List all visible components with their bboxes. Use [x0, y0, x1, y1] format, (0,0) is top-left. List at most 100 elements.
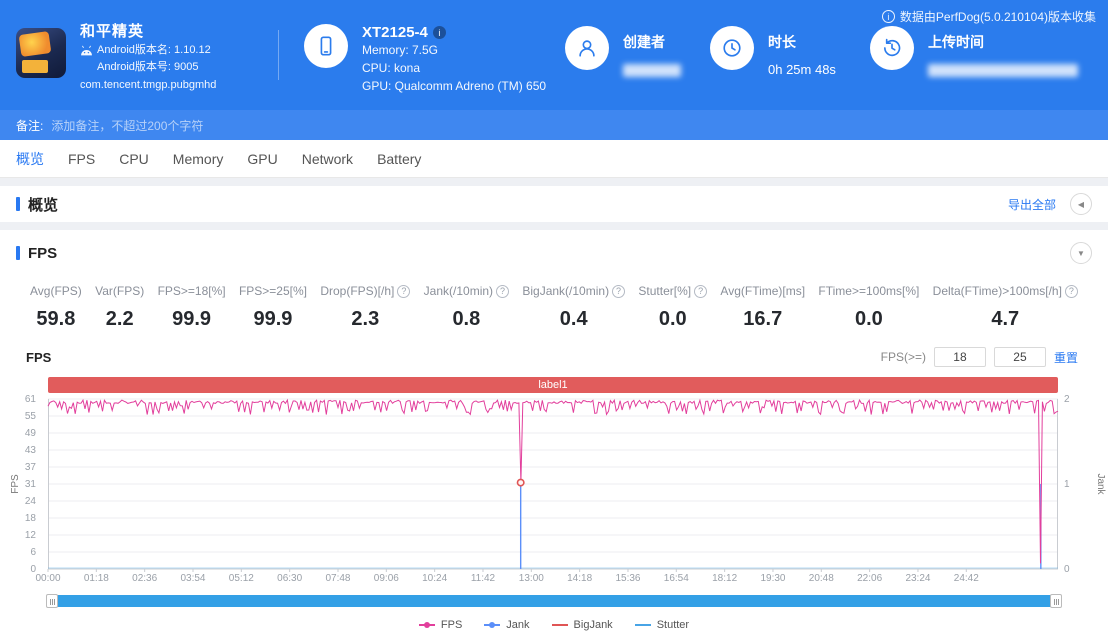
x-tick-label: 16:54 — [664, 573, 689, 584]
chart-annotation-label1[interactable]: label1 — [48, 377, 1058, 393]
person-icon — [565, 26, 609, 70]
metric-info-icon[interactable]: ? — [612, 285, 625, 298]
metric-value: 4.7 — [933, 308, 1078, 331]
tab-overview[interactable]: 概览 — [16, 149, 44, 169]
metric-info-icon[interactable]: ? — [694, 285, 707, 298]
y-left-tick-label: 49 — [25, 428, 36, 439]
x-tick-label: 01:18 — [84, 573, 109, 584]
scrollbar-left-handle[interactable] — [46, 594, 58, 608]
note-label: 备注: — [16, 117, 43, 134]
app-info: 和平精英 Android版本名: 1.10.12 Android版本号: 900… — [80, 20, 216, 93]
overview-section: 概览 导出全部 ◀ — [0, 186, 1108, 222]
tab-memory[interactable]: Memory — [173, 151, 224, 167]
export-all-link[interactable]: 导出全部 — [1008, 196, 1056, 213]
collect-note-text: 数据由PerfDog(5.0.210104)版本收集 — [900, 8, 1096, 25]
metric-3: FPS>=25[%] 99.9 — [239, 284, 307, 331]
legend-item-fps[interactable]: FPS — [419, 619, 462, 631]
overview-title: 概览 — [28, 194, 58, 215]
metric-label: Var(FPS) — [95, 284, 144, 298]
metric-info-icon[interactable]: ? — [1065, 285, 1078, 298]
reset-link[interactable]: 重置 — [1054, 349, 1078, 366]
device-model: XT2125-4 — [362, 24, 428, 41]
overview-collapse-button[interactable]: ◀ — [1070, 193, 1092, 215]
phone-icon — [304, 24, 348, 68]
x-tick-label: 07:48 — [325, 573, 350, 584]
legend-marker — [484, 624, 500, 626]
metric-label: Avg(FPS) — [30, 284, 82, 298]
legend-marker — [419, 624, 435, 626]
fps-chart-canvas[interactable] — [48, 399, 1058, 573]
metric-value: 2.2 — [95, 308, 144, 331]
duration-label: 时长 — [768, 32, 836, 52]
x-tick-label: 13:00 — [519, 573, 544, 584]
x-tick-label: 11:42 — [471, 573, 495, 584]
tab-cpu[interactable]: CPU — [119, 151, 149, 167]
x-tick-label: 05:12 — [229, 573, 254, 584]
fps-threshold-high-input[interactable] — [994, 347, 1046, 367]
metric-label: FPS>=25[%] — [239, 284, 307, 298]
metric-value: 99.9 — [239, 308, 307, 331]
metric-8: Avg(FTime)[ms]16.7 — [720, 284, 805, 331]
clock-icon — [710, 26, 754, 70]
tab-network[interactable]: Network — [302, 151, 353, 167]
note-bar[interactable]: 备注: 添加备注，不超过200个字符 — [0, 110, 1108, 140]
legend-item-bigjank[interactable]: BigJank — [552, 619, 613, 631]
app-icon — [16, 28, 66, 78]
metric-value: 0.0 — [638, 308, 707, 331]
fps-threshold-low-input[interactable] — [934, 347, 986, 367]
x-tick-label: 14:18 — [567, 573, 592, 584]
y-axis-right-name: Jank — [1095, 473, 1106, 494]
tab-fps[interactable]: FPS — [68, 151, 95, 167]
y-axis-left-name: FPS — [10, 474, 21, 493]
scrollbar-right-handle[interactable] — [1050, 594, 1062, 608]
x-axis-labels: 00:0001:1802:3603:5405:1206:3007:4809:06… — [48, 569, 1058, 585]
metric-5: Jank(/10min)?0.8 — [424, 284, 509, 331]
history-clock-icon — [870, 26, 914, 70]
chart-scrollbar[interactable] — [48, 595, 1060, 607]
y-left-tick-label: 61 — [25, 394, 36, 405]
metric-info-icon[interactable]: ? — [496, 285, 509, 298]
legend-label: FPS — [441, 619, 462, 631]
fps-title: FPS — [28, 245, 57, 262]
fps-chart[interactable]: 06121824313743495561 012 FPS Jank — [48, 399, 1058, 569]
legend-label: Stutter — [657, 619, 689, 631]
upload-value-redacted — [928, 64, 1078, 77]
creator-label: 创建者 — [623, 32, 681, 52]
device-info-icon[interactable]: i — [433, 26, 446, 39]
metric-label: Stutter[%] — [638, 284, 691, 298]
duration-group: 时长 0h 25m 48s — [710, 26, 836, 77]
legend-item-jank[interactable]: Jank — [484, 619, 529, 631]
section-accent-bar — [16, 246, 20, 260]
metric-value: 16.7 — [720, 308, 805, 331]
metric-6: BigJank(/10min)?0.4 — [522, 284, 625, 331]
header-divider — [278, 30, 279, 80]
collect-note: i 数据由PerfDog(5.0.210104)版本收集 — [882, 8, 1096, 25]
y-left-tick-label: 55 — [25, 411, 36, 422]
metric-label: BigJank(/10min) — [522, 284, 609, 298]
metric-4: Drop(FPS)[/h]?2.3 — [320, 284, 410, 331]
metric-value: 99.9 — [158, 308, 226, 331]
tab-gpu[interactable]: GPU — [247, 151, 277, 167]
fps-threshold-label: FPS(>=) — [881, 350, 926, 364]
y-left-tick-label: 31 — [25, 479, 36, 490]
x-tick-label: 19:30 — [760, 573, 785, 584]
header: 和平精英 Android版本名: 1.10.12 Android版本号: 900… — [0, 0, 1108, 110]
metric-label: Delta(FTime)>100ms[/h] — [933, 284, 1062, 298]
fps-collapse-button[interactable]: ▼ — [1070, 242, 1092, 264]
legend-label: BigJank — [574, 619, 613, 631]
creator-group: 创建者 — [565, 26, 681, 77]
metric-0: Avg(FPS)59.8 — [30, 284, 82, 331]
metric-label: Drop(FPS)[/h] — [320, 284, 394, 298]
legend-marker — [552, 624, 568, 626]
y-left-tick-label: 43 — [25, 445, 36, 456]
chart-legend: FPS Jank BigJank Stutter — [0, 619, 1108, 631]
duration-value: 0h 25m 48s — [768, 62, 836, 77]
x-tick-label: 10:24 — [422, 573, 447, 584]
fps-metrics: Avg(FPS)59.8Var(FPS)2.2FPS>=18[%]99.9FPS… — [0, 284, 1108, 331]
y-left-tick-label: 37 — [25, 462, 36, 473]
metric-info-icon[interactable]: ? — [397, 285, 410, 298]
tab-battery[interactable]: Battery — [377, 151, 421, 167]
legend-item-stutter[interactable]: Stutter — [635, 619, 689, 631]
metric-label: Jank(/10min) — [424, 284, 493, 298]
y-right-tick-label: 0 — [1064, 564, 1070, 575]
